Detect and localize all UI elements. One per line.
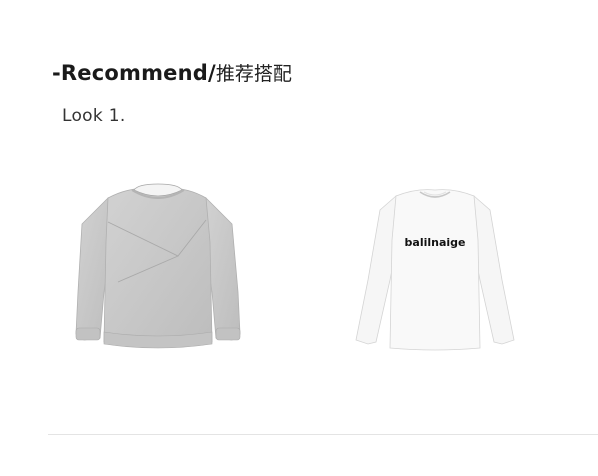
sweatshirt-illustration — [75, 183, 241, 349]
section-heading-chinese: 推荐搭配 — [215, 63, 292, 85]
recommend-section: -Recommend/推荐搭配 Look 1. balilnaige — [0, 0, 598, 476]
section-heading-english: -Recommend/ — [52, 61, 216, 85]
bottom-divider — [48, 434, 598, 435]
section-heading: -Recommend/推荐搭配 — [52, 58, 292, 89]
look-label: Look 1. — [62, 106, 126, 126]
tshirt-illustration: balilnaige — [355, 189, 515, 351]
grey-sweatshirt-image[interactable] — [60, 172, 260, 362]
white-tshirt-image[interactable]: balilnaige — [346, 180, 522, 358]
tshirt-print-text: balilnaige — [405, 236, 466, 249]
